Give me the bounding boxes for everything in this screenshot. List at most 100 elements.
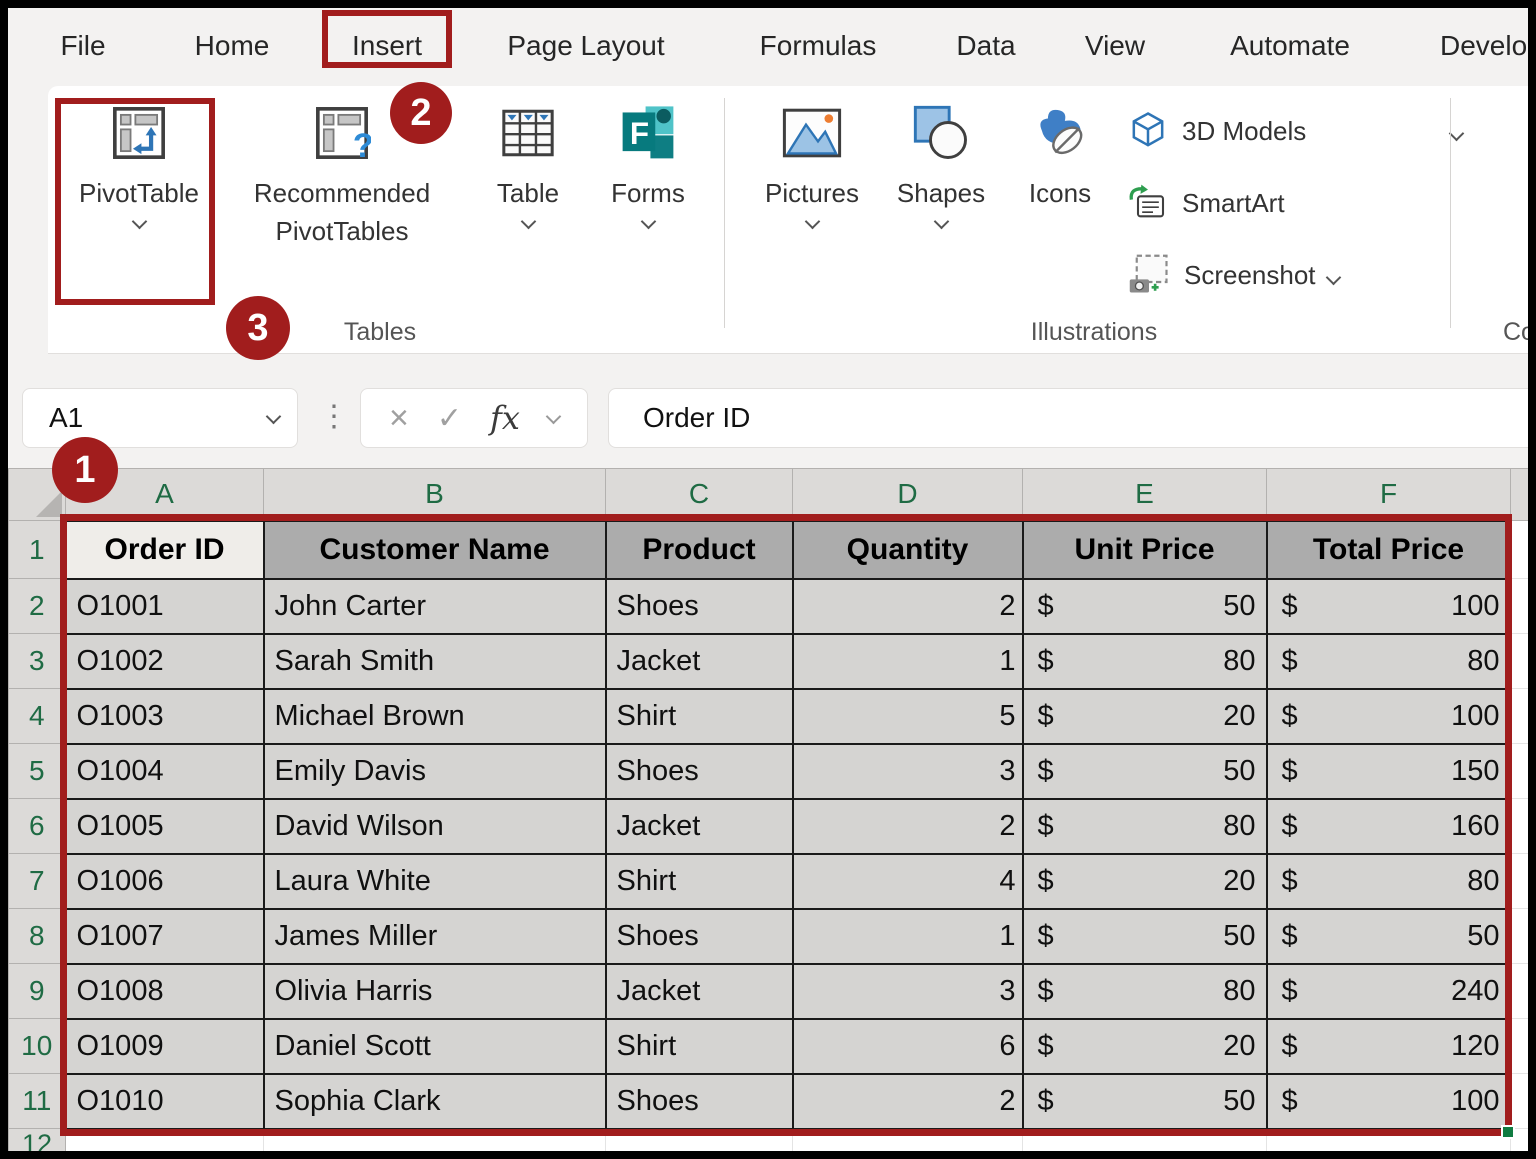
- smartart-button[interactable]: SmartArt: [1128, 176, 1468, 230]
- screenshot-button[interactable]: Screenshot: [1128, 248, 1468, 302]
- cell-unit-price[interactable]: $50: [1021, 907, 1268, 965]
- cell-quantity[interactable]: 2: [791, 1072, 1024, 1130]
- shapes-button[interactable]: Shapes: [886, 102, 996, 230]
- cell-header-product[interactable]: Product: [604, 519, 794, 580]
- cell-order-id[interactable]: O1005: [64, 797, 265, 855]
- enter-icon[interactable]: ✓: [437, 401, 462, 436]
- row-number[interactable]: 3: [8, 633, 66, 689]
- empty-cell[interactable]: [1510, 798, 1528, 854]
- empty-cell[interactable]: [1510, 908, 1528, 964]
- column-header-partial[interactable]: [1510, 468, 1528, 521]
- row-number[interactable]: 11: [8, 1073, 66, 1129]
- cell-product[interactable]: Jacket: [604, 632, 794, 690]
- cell-order-id[interactable]: O1006: [64, 852, 265, 910]
- cell-product[interactable]: Shoes: [604, 1072, 794, 1130]
- cell-unit-price[interactable]: $80: [1021, 797, 1268, 855]
- cell-total-price[interactable]: $150: [1265, 742, 1512, 800]
- cell-unit-price[interactable]: $80: [1021, 632, 1268, 690]
- row-number[interactable]: 6: [8, 798, 66, 854]
- forms-button[interactable]: F Forms: [592, 102, 704, 230]
- cell-header-unit-price[interactable]: Unit Price: [1021, 519, 1268, 580]
- empty-cell[interactable]: [1510, 1073, 1528, 1129]
- cell-product[interactable]: Shoes: [604, 577, 794, 635]
- empty-cell[interactable]: [1510, 520, 1528, 579]
- row-number[interactable]: 9: [8, 963, 66, 1019]
- cell-total-price[interactable]: $50: [1265, 907, 1512, 965]
- cell-customer-name[interactable]: Sophia Clark: [262, 1072, 607, 1130]
- cell-product[interactable]: Jacket: [604, 797, 794, 855]
- cell-quantity[interactable]: 3: [791, 962, 1024, 1020]
- cell-total-price[interactable]: $100: [1265, 577, 1512, 635]
- row-number[interactable]: 8: [8, 908, 66, 964]
- pictures-button[interactable]: Pictures: [748, 102, 876, 230]
- cell-quantity[interactable]: 3: [791, 742, 1024, 800]
- cell-customer-name[interactable]: Sarah Smith: [262, 632, 607, 690]
- cell-customer-name[interactable]: James Miller: [262, 907, 607, 965]
- cell-header-total-price[interactable]: Total Price: [1265, 519, 1512, 580]
- cell-total-price[interactable]: $240: [1265, 962, 1512, 1020]
- fx-dropdown-icon[interactable]: [545, 408, 562, 424]
- cell-order-id[interactable]: O1001: [64, 577, 265, 635]
- name-box-dropdown-icon[interactable]: [265, 408, 282, 424]
- cell-customer-name[interactable]: Olivia Harris: [262, 962, 607, 1020]
- cell-quantity[interactable]: 1: [791, 632, 1024, 690]
- tab-view[interactable]: View: [1085, 8, 1145, 84]
- empty-cell[interactable]: [1510, 578, 1528, 634]
- cell-order-id[interactable]: O1002: [64, 632, 265, 690]
- cell-customer-name[interactable]: Laura White: [262, 852, 607, 910]
- icons-button[interactable]: Icons: [1010, 102, 1110, 212]
- cell-total-price[interactable]: $120: [1265, 1017, 1512, 1075]
- cell-quantity[interactable]: 2: [791, 797, 1024, 855]
- cell-unit-price[interactable]: $50: [1021, 1072, 1268, 1130]
- insert-function-icon[interactable]: fx: [490, 399, 520, 437]
- cell-customer-name[interactable]: David Wilson: [262, 797, 607, 855]
- cell-quantity[interactable]: 5: [791, 687, 1024, 745]
- cell-total-price[interactable]: $80: [1265, 632, 1512, 690]
- tab-data[interactable]: Data: [956, 8, 1015, 84]
- cell-customer-name[interactable]: John Carter: [262, 577, 607, 635]
- formula-bar-grip[interactable]: ⋮: [319, 388, 349, 448]
- cell-product[interactable]: Shoes: [604, 742, 794, 800]
- empty-cell[interactable]: [1510, 963, 1528, 1019]
- tab-formulas[interactable]: Formulas: [760, 8, 877, 84]
- cell-product[interactable]: Shirt: [604, 1017, 794, 1075]
- screenshot-dropdown-icon[interactable]: [1325, 269, 1341, 285]
- shapes-dropdown-icon[interactable]: [933, 213, 949, 230]
- cell-product[interactable]: Shoes: [604, 907, 794, 965]
- empty-cell[interactable]: [1510, 633, 1528, 689]
- cell-customer-name[interactable]: Michael Brown: [262, 687, 607, 745]
- cell-order-id[interactable]: O1003: [64, 687, 265, 745]
- column-header-f[interactable]: F: [1266, 468, 1511, 521]
- cell-unit-price[interactable]: $80: [1021, 962, 1268, 1020]
- cell-header-customer[interactable]: Customer Name: [262, 519, 607, 580]
- row-number[interactable]: 10: [8, 1018, 66, 1074]
- formula-bar-input[interactable]: Order ID: [608, 388, 1528, 448]
- cell-order-id[interactable]: O1008: [64, 962, 265, 1020]
- row-number[interactable]: 12: [8, 1128, 66, 1151]
- row-number[interactable]: 5: [8, 743, 66, 799]
- empty-cell[interactable]: [1510, 743, 1528, 799]
- cell-product[interactable]: Jacket: [604, 962, 794, 1020]
- empty-cell[interactable]: [1510, 853, 1528, 909]
- cell-customer-name[interactable]: Emily Davis: [262, 742, 607, 800]
- cell-total-price[interactable]: $160: [1265, 797, 1512, 855]
- empty-cell[interactable]: [1510, 688, 1528, 744]
- checkbox-button-partial[interactable]: Che: [1500, 102, 1528, 212]
- cell-unit-price[interactable]: $20: [1021, 1017, 1268, 1075]
- tab-home[interactable]: Home: [195, 8, 270, 84]
- cancel-icon[interactable]: ×: [389, 399, 409, 438]
- cell-header-quantity[interactable]: Quantity: [791, 519, 1024, 580]
- cell-unit-price[interactable]: $50: [1021, 742, 1268, 800]
- column-header-e[interactable]: E: [1022, 468, 1267, 521]
- 3d-models-button[interactable]: 3D Models: [1128, 104, 1468, 158]
- table-button[interactable]: Table: [476, 102, 580, 230]
- cell-total-price[interactable]: $80: [1265, 852, 1512, 910]
- name-box[interactable]: A1: [22, 388, 298, 448]
- row-number[interactable]: 7: [8, 853, 66, 909]
- cell-unit-price[interactable]: $20: [1021, 852, 1268, 910]
- forms-dropdown-icon[interactable]: [640, 213, 656, 230]
- tab-file[interactable]: File: [60, 8, 105, 84]
- cell-order-id[interactable]: O1004: [64, 742, 265, 800]
- cell-quantity[interactable]: 6: [791, 1017, 1024, 1075]
- tab-developer[interactable]: Develo: [1440, 8, 1527, 84]
